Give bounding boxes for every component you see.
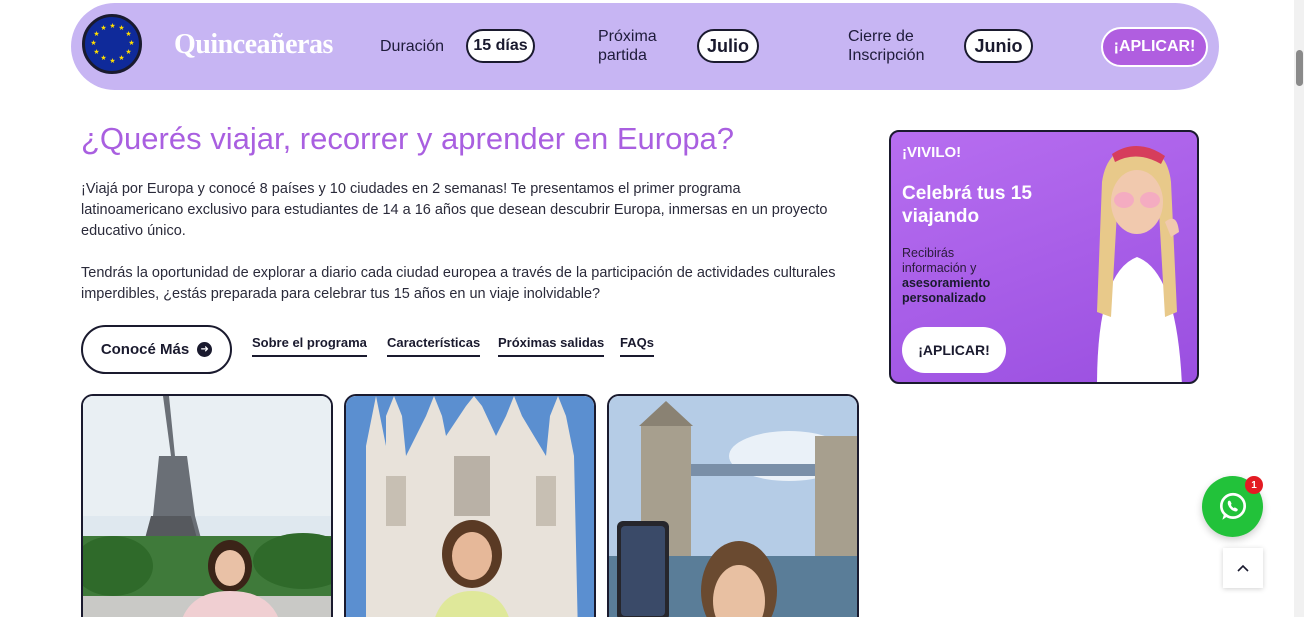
description-paragraph: Tendrás la oportunidad de explorar a dia… [81, 265, 836, 302]
promo-eyebrow: ¡VIVILO! [902, 144, 962, 161]
link-faqs[interactable]: FAQs [620, 335, 654, 357]
notification-badge: 1 [1245, 476, 1263, 494]
duration-value: 15 días [466, 29, 535, 63]
eu-flag-icon: ★ ★ ★ ★ ★ ★ ★ ★ ★ ★ ★ ★ [82, 14, 142, 74]
link-about-program[interactable]: Sobre el programa [252, 335, 367, 357]
brand-logo[interactable]: Quinceañeras [174, 29, 333, 61]
whatsapp-icon [1219, 492, 1246, 520]
scroll-to-top-button[interactable] [1223, 548, 1263, 588]
apply-button[interactable]: ¡APLICAR! [1101, 27, 1208, 67]
closing-value: Junio [964, 29, 1033, 63]
page-title: ¿Querés viajar, recorrer y aprender en E… [81, 121, 735, 156]
promo-title: Celebrá tus 15 viajando [902, 183, 1032, 227]
next-departure-label: Próxima partida [598, 28, 657, 64]
next-departure-value: Julio [697, 29, 759, 63]
promo-girl-photo [1097, 145, 1182, 382]
scrollbar-track[interactable] [1294, 0, 1304, 617]
promo-banner[interactable]: ¡VIVILO! Celebrá tus 15 viajando Recibir… [889, 130, 1199, 384]
arrow-right-circle-icon: ➜ [197, 342, 213, 357]
milan-photo [346, 396, 594, 617]
top-banner: ★ ★ ★ ★ ★ ★ ★ ★ ★ ★ ★ ★ Quinceañeras Dur… [71, 3, 1219, 90]
promo-text: Recibirás información y asesoramiento pe… [902, 246, 991, 305]
learn-more-label: Conocé Más [100, 341, 190, 358]
paris-photo [83, 396, 331, 617]
card-milan-photo[interactable] [344, 394, 596, 617]
link-features[interactable]: Características [387, 335, 481, 357]
card-paris-photo[interactable] [81, 394, 333, 617]
card-london-photo[interactable] [607, 394, 859, 617]
intro-paragraph: ¡Viajá por Europa y conocé 8 países y 10… [81, 181, 828, 239]
london-photo [609, 396, 857, 617]
learn-more-button[interactable]: Conocé Más ➜ [81, 325, 232, 374]
chevron-up-icon [1237, 564, 1249, 572]
promo-apply-button[interactable]: ¡APLICAR! [902, 327, 1006, 373]
scrollbar-thumb[interactable] [1296, 50, 1303, 86]
duration-label: Duración [380, 38, 445, 55]
closing-label: Cierre de Inscripción [848, 28, 925, 64]
link-upcoming-departures[interactable]: Próximas salidas [498, 335, 605, 357]
